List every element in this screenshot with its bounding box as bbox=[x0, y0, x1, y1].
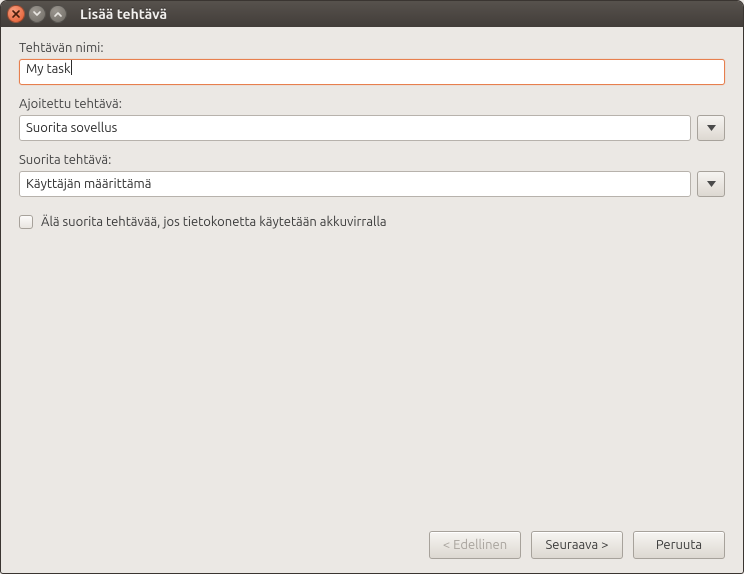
spacer bbox=[19, 229, 725, 507]
task-name-label: Tehtävän nimi: bbox=[19, 41, 725, 55]
scheduled-task-dropdown-button[interactable] bbox=[697, 115, 725, 141]
window-title: Lisää tehtävä bbox=[80, 6, 167, 22]
battery-checkbox[interactable] bbox=[19, 215, 33, 229]
maximize-icon[interactable] bbox=[49, 5, 67, 23]
next-button[interactable]: Seuraava > bbox=[531, 531, 623, 559]
dialog-content: Tehtävän nimi: My task Ajoitettu tehtävä… bbox=[1, 27, 743, 521]
battery-checkbox-label: Älä suorita tehtävää, jos tietokonetta k… bbox=[41, 215, 387, 229]
dialog-footer: < Edellinen Seuraava > Peruuta bbox=[1, 521, 743, 573]
cancel-button[interactable]: Peruuta bbox=[633, 531, 725, 559]
run-task-select[interactable]: Käyttäjän määrittämä bbox=[19, 171, 691, 197]
chevron-down-icon bbox=[707, 181, 716, 187]
battery-checkbox-row: Älä suorita tehtävää, jos tietokonetta k… bbox=[19, 215, 725, 229]
run-task-label: Suorita tehtävä: bbox=[19, 153, 725, 167]
prev-button: < Edellinen bbox=[429, 531, 521, 559]
scheduled-task-label: Ajoitettu tehtävä: bbox=[19, 97, 725, 111]
run-task-group: Suorita tehtävä: Käyttäjän määrittämä bbox=[19, 153, 725, 197]
chevron-down-icon bbox=[707, 125, 716, 131]
run-task-value: Käyttäjän määrittämä bbox=[26, 177, 151, 191]
run-task-dropdown-button[interactable] bbox=[697, 171, 725, 197]
text-caret bbox=[71, 60, 72, 75]
close-icon[interactable] bbox=[7, 5, 25, 23]
scheduled-task-group: Ajoitettu tehtävä: Suorita sovellus bbox=[19, 97, 725, 141]
titlebar[interactable]: Lisää tehtävä bbox=[1, 1, 743, 27]
minimize-icon[interactable] bbox=[28, 5, 46, 23]
task-name-group: Tehtävän nimi: My task bbox=[19, 41, 725, 85]
scheduled-task-select[interactable]: Suorita sovellus bbox=[19, 115, 691, 141]
task-name-value: My task bbox=[26, 62, 71, 76]
task-name-input[interactable]: My task bbox=[19, 59, 725, 85]
dialog-window: Lisää tehtävä Tehtävän nimi: My task Ajo… bbox=[0, 0, 744, 574]
scheduled-task-value: Suorita sovellus bbox=[26, 121, 117, 135]
